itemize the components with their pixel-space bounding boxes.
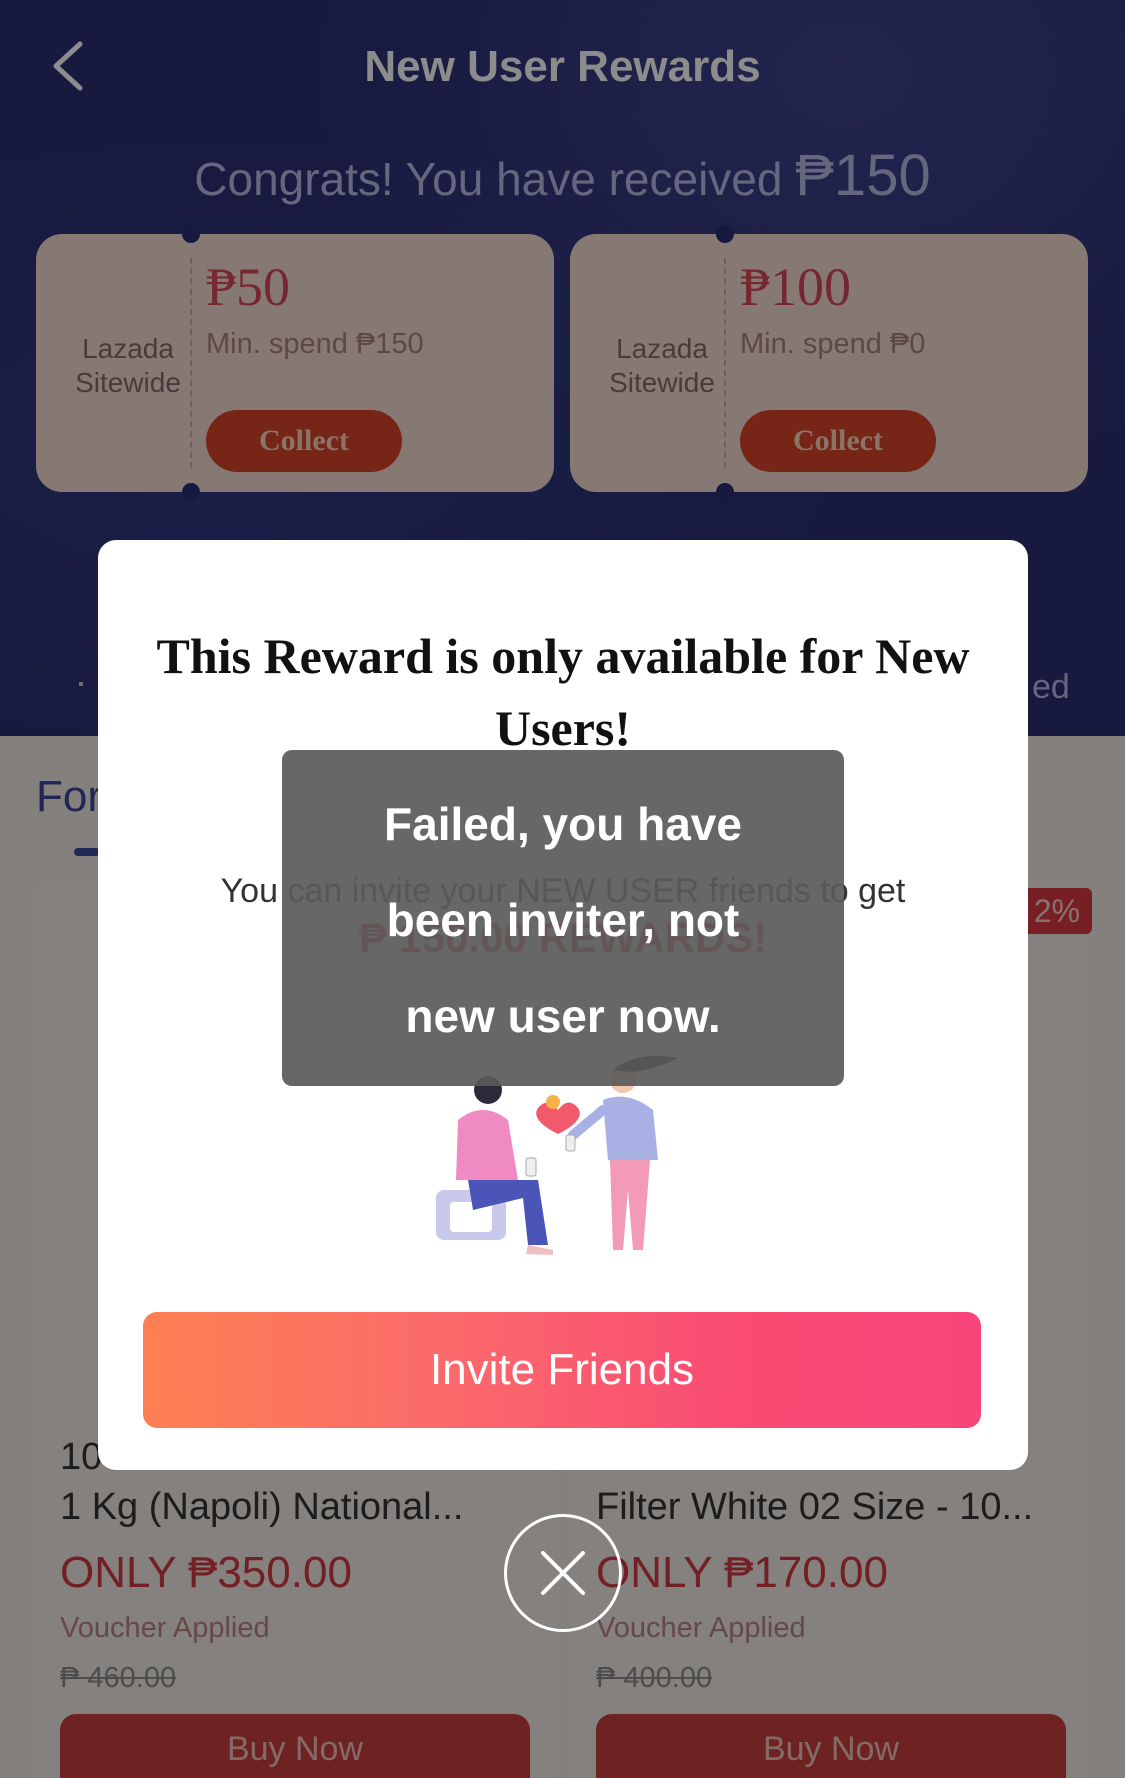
close-icon	[541, 1551, 585, 1595]
toast-line: new user now.	[405, 990, 721, 1042]
invite-friends-button[interactable]: Invite Friends	[143, 1312, 981, 1428]
modal-title: This Reward is only available for New Us…	[156, 628, 970, 756]
error-toast: Failed, you have been inviter, not new u…	[282, 750, 844, 1086]
close-button[interactable]	[504, 1514, 622, 1632]
toast-line: Failed, you have	[384, 798, 742, 850]
toast-line: been inviter, not	[386, 894, 740, 946]
